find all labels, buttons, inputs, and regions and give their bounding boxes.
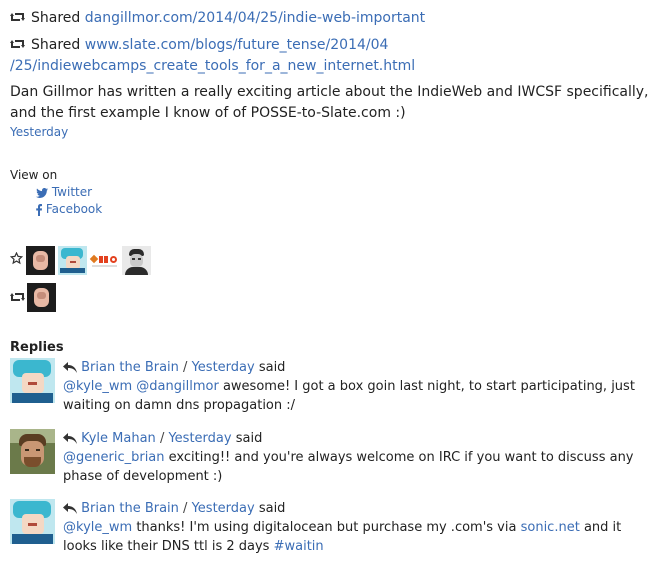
reply-mentions[interactable]: @kyle_wm @dangillmor [63, 379, 219, 394]
post-time-row: Yesterday [10, 124, 68, 141]
reply-time-link[interactable]: Yesterday [192, 501, 255, 516]
reply-meta: Brian the Brain / Yesterday said [63, 358, 659, 377]
shared-link[interactable]: dangillmor.com/2014/04/25/indie-web-impo… [85, 10, 425, 26]
avatar[interactable] [26, 246, 55, 275]
reply-mentions[interactable]: @generic_brian [63, 450, 165, 465]
facebook-link[interactable]: Facebook [46, 202, 102, 216]
reply-inline-link[interactable]: sonic.net [521, 520, 580, 535]
shared-link-line1: www.slate.com/blogs/future_tense/2014/04 [84, 37, 389, 53]
shared-row-2: Shared www.slate.com/blogs/future_tense/… [10, 35, 415, 77]
shared-link-line2: /25/indiewebcamps_create_tools_for_a_new… [10, 58, 416, 74]
reply-item: Brian the Brain / Yesterday said @kyle_w… [10, 358, 660, 418]
post-time-link[interactable]: Yesterday [10, 125, 68, 139]
avatar[interactable] [89, 246, 119, 275]
syndication-twitter[interactable]: Twitter [36, 184, 92, 201]
avatar[interactable] [10, 358, 55, 403]
reply-text: @kyle_wm @dangillmor awesome! I got a bo… [63, 377, 659, 415]
avatar[interactable] [122, 246, 151, 275]
reply-text-before: thanks! I'm using digitalocean but purch… [136, 520, 517, 535]
reply-author-link[interactable]: Brian the Brain [81, 501, 179, 516]
avatar[interactable] [27, 283, 56, 312]
post-permalink: Shared dangillmor.com/2014/04/25/indie-w… [0, 0, 660, 565]
reply-mentions[interactable]: @kyle_wm [63, 520, 132, 535]
twitter-link[interactable]: Twitter [52, 185, 92, 199]
shared-label: Shared [31, 10, 81, 26]
reply-author-link[interactable]: Kyle Mahan [81, 431, 156, 446]
reply-body: Kyle Mahan / Yesterday said @generic_bri… [63, 429, 659, 486]
avatar[interactable] [10, 499, 55, 544]
reply-meta: Brian the Brain / Yesterday said [63, 499, 659, 518]
reply-time-link[interactable]: Yesterday [192, 360, 255, 375]
reply-author-link[interactable]: Brian the Brain [81, 360, 179, 375]
facebook-icon [36, 203, 42, 216]
reply-meta: Kyle Mahan / Yesterday said [63, 429, 659, 448]
reply-text: @kyle_wm thanks! I'm using digitalocean … [63, 518, 659, 556]
view-on-label: View on [10, 168, 58, 182]
reply-item: Kyle Mahan / Yesterday said @generic_bri… [10, 429, 660, 489]
reply-icon [63, 503, 77, 514]
reply-hashtag[interactable]: #waitin [274, 539, 324, 554]
retweet-icon [10, 13, 25, 21]
shared-row-1: Shared dangillmor.com/2014/04/25/indie-w… [10, 8, 425, 29]
shared-label: Shared [31, 37, 81, 53]
reply-text: @generic_brian exciting!! and you're alw… [63, 448, 659, 486]
reply-time-link[interactable]: Yesterday [168, 431, 231, 446]
reply-body: Brian the Brain / Yesterday said @kyle_w… [63, 499, 659, 556]
replies-heading: Replies [10, 340, 64, 355]
avatar[interactable] [10, 429, 55, 474]
reply-icon [63, 362, 77, 373]
reply-said: said [235, 431, 263, 446]
reply-item: Brian the Brain / Yesterday said @kyle_w… [10, 499, 660, 559]
syndication-facebook[interactable]: Facebook [36, 201, 102, 218]
retweet-icon [10, 293, 25, 301]
reply-said: said [258, 360, 286, 375]
post-content: Dan Gillmor has written a really excitin… [10, 84, 649, 121]
twitter-icon [36, 187, 48, 198]
reply-icon [63, 433, 77, 444]
reply-body: Brian the Brain / Yesterday said @kyle_w… [63, 358, 659, 415]
retweet-icon [10, 40, 25, 48]
avatar[interactable] [58, 246, 87, 275]
star-icon [10, 252, 23, 265]
reply-said: said [258, 501, 286, 516]
